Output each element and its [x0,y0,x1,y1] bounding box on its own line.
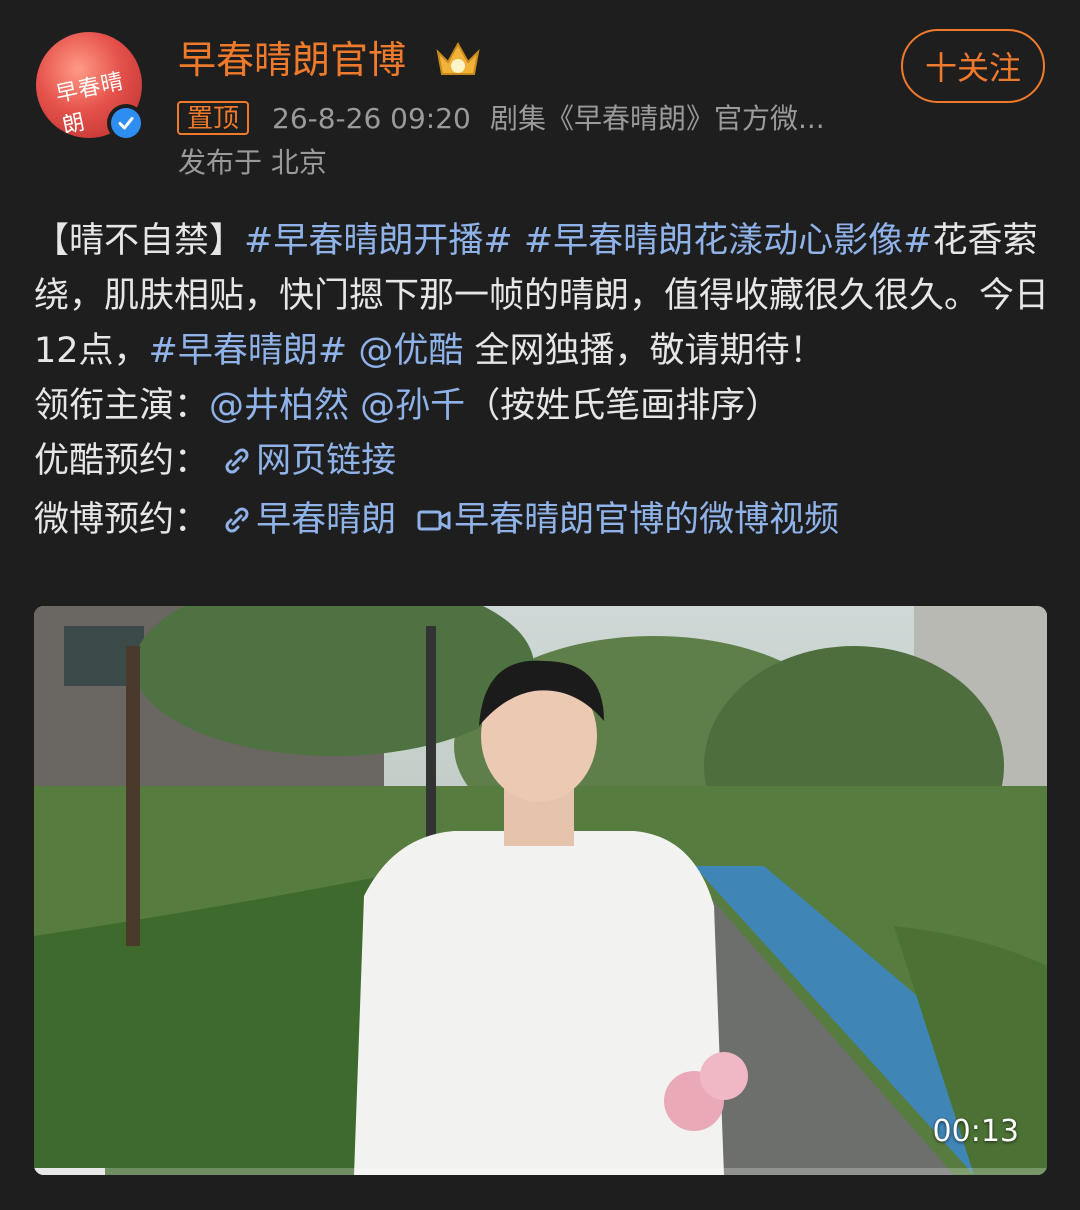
video-progress-fill [34,1168,105,1175]
crown-icon [434,40,482,84]
cast-label: 领衔主演： [34,386,210,426]
account-name[interactable]: 早春晴朗官博 [178,36,406,84]
post-location: 发布于 北京 [178,146,327,179]
weibo-line: 微博预约： 早春晴朗 早春晴朗官博的微博视频 [34,493,1050,552]
video-duration: 00:13 [932,1114,1019,1149]
weibo-topic-link[interactable]: 早春晴朗 [256,500,396,540]
hashtag-link[interactable]: #早春晴朗# [149,331,348,371]
video-link[interactable]: 早春晴朗官博的微博视频 [454,500,839,540]
post-text: 全网独播，敬请期待！ [463,331,825,371]
verified-badge-icon [107,104,145,142]
link-icon [220,497,254,552]
post-prefix: 【晴不自禁】 [34,221,245,261]
video-icon [416,497,452,552]
mention-link[interactable]: @井柏然 [209,386,349,426]
video-progress-bar[interactable] [34,1168,1047,1175]
post-source[interactable]: 剧集《早春晴朗》官方微... [490,100,870,138]
video-frame-image [34,606,1047,1175]
youku-line: 优酷预约： 网页链接 [34,434,1050,493]
hashtag-link[interactable]: #早春晴朗开播# [244,221,513,261]
link-icon [220,438,254,493]
follow-button[interactable]: 十关注 [901,29,1045,103]
hashtag-link[interactable]: #早春晴朗花漾动心影像# [524,221,933,261]
post-timestamp: 26-8-26 09:20 [272,102,471,135]
youku-label: 优酷预约： [34,441,210,481]
mention-link[interactable]: @孙千 [360,386,465,426]
web-link[interactable]: 网页链接 [256,441,396,481]
post-paragraph: 【晴不自禁】#早春晴朗开播# #早春晴朗花漾动心影像#花香萦绕，肌肤相贴，快门摁… [34,214,1050,379]
cast-line: 领衔主演：@井柏然 @孙千（按姓氏笔画排序） [34,379,1050,434]
post-body: 【晴不自禁】#早春晴朗开播# #早春晴朗花漾动心影像#花香萦绕，肌肤相贴，快门摁… [34,214,1050,552]
mention-link[interactable]: @优酷 [358,331,463,371]
cast-note: （按姓氏笔画排序） [465,386,781,426]
video-player[interactable]: 00:13 [34,606,1047,1175]
weibo-label: 微博预约： [34,500,210,540]
pinned-badge: 置顶 [177,101,250,135]
